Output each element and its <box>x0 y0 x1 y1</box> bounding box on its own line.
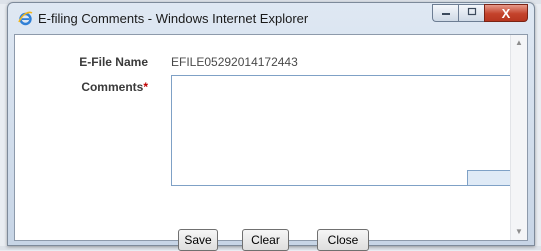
comments-label-text: Comments <box>81 80 144 94</box>
efile-name-value: EFILE05292014172443 <box>171 55 298 69</box>
minimize-icon <box>441 7 451 19</box>
dialog-content: E-File Name EFILE05292014172443 Comments… <box>14 34 528 251</box>
close-button[interactable]: Close <box>317 229 369 251</box>
internet-explorer-icon <box>18 11 33 26</box>
comments-label: Comments* <box>58 80 148 94</box>
minimize-button[interactable] <box>432 4 458 22</box>
comments-field[interactable] <box>171 75 513 186</box>
scroll-up-icon[interactable]: ▲ <box>511 35 527 51</box>
required-marker: * <box>143 80 148 94</box>
close-window-button[interactable]: X <box>484 4 528 22</box>
efile-name-label: E-File Name <box>79 55 148 69</box>
clear-button[interactable]: Clear <box>242 229 289 251</box>
window-title: E-filing Comments - Windows Internet Exp… <box>38 11 309 26</box>
scroll-down-icon[interactable]: ▼ <box>511 224 527 240</box>
close-icon: X <box>501 5 511 21</box>
title-bar[interactable]: E-filing Comments - Windows Internet Exp… <box>8 3 534 33</box>
vertical-scrollbar[interactable]: ▲ ▼ <box>510 35 527 240</box>
window-controls: X <box>432 4 528 24</box>
save-button[interactable]: Save <box>178 229 218 251</box>
maximize-icon <box>467 7 477 19</box>
maximize-button[interactable] <box>458 4 484 22</box>
dialog-window: E-filing Comments - Windows Internet Exp… <box>7 2 535 251</box>
textarea-resize-handle[interactable] <box>467 170 513 186</box>
